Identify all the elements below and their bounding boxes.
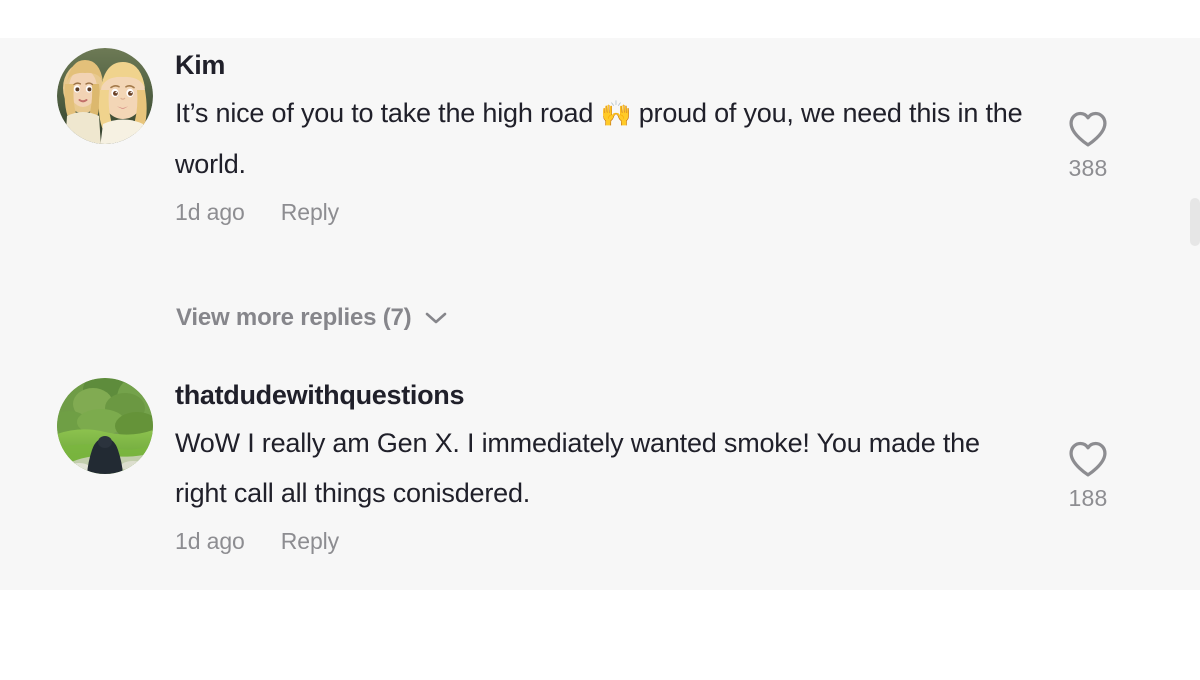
reply-button[interactable]: Reply: [281, 529, 339, 553]
comment-text-part1: WoW I really am Gen X. I immediately wan…: [175, 427, 810, 458]
raising-hands-emoji: 🙌: [600, 99, 632, 128]
like-count: 388: [1068, 155, 1108, 181]
reply-button[interactable]: Reply: [281, 200, 339, 224]
chevron-down-icon[interactable]: [425, 311, 447, 325]
heart-icon[interactable]: [1067, 110, 1109, 148]
comment-text-part2: proud of you,: [631, 97, 794, 128]
heart-icon[interactable]: [1067, 440, 1109, 478]
comment-item: thatdudewithquestions WoW I really am Ge…: [0, 378, 1200, 553]
comment-username[interactable]: Kim: [175, 50, 225, 82]
avatar[interactable]: [57, 48, 153, 144]
avatar-image-kim: [57, 48, 153, 144]
comment-username[interactable]: thatdudewithquestions: [175, 380, 464, 412]
comment-timestamp: 1d ago: [175, 198, 245, 225]
scrollbar-track[interactable]: [1190, 38, 1200, 590]
comment-timestamp: 1d ago: [175, 527, 245, 554]
comment-meta-row: 1d ago Reply: [175, 527, 1035, 554]
comment-text: It’s nice of you to take the high road 🙌…: [175, 88, 1023, 189]
comment-meta-row: 1d ago Reply: [175, 198, 1035, 225]
comment-body: Kim It’s nice of you to take the high ro…: [175, 48, 1035, 224]
avatar[interactable]: [57, 378, 153, 474]
like-count: 188: [1068, 485, 1108, 511]
comment-body: thatdudewithquestions WoW I really am Ge…: [175, 378, 1035, 553]
view-more-replies-label: View more replies (7): [176, 304, 412, 331]
scrollbar-thumb[interactable]: [1190, 198, 1200, 246]
comment-text-part1: It’s nice of you to take the high road: [175, 97, 601, 128]
view-more-replies-button[interactable]: View more replies (7): [176, 306, 447, 330]
like-button[interactable]: 188: [1043, 440, 1133, 510]
comment-item: Kim It’s nice of you to take the high ro…: [0, 48, 1200, 224]
comment-list-panel: Kim It’s nice of you to take the high ro…: [0, 38, 1200, 590]
comment-text: WoW I really am Gen X. I immediately wan…: [175, 418, 1023, 518]
avatar-image-thatdudewithquestions: [57, 378, 153, 474]
like-button[interactable]: 388: [1043, 110, 1133, 180]
